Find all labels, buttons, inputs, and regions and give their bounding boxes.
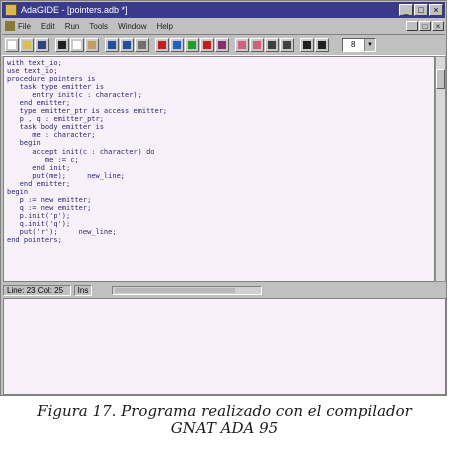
- document-icon[interactable]: [5, 21, 15, 31]
- indent-icon: [238, 41, 246, 49]
- cut-button[interactable]: [55, 38, 69, 52]
- build-icon: [173, 41, 181, 49]
- maximize-button[interactable]: □: [414, 4, 428, 16]
- code-line[interactable]: p := new emitter;: [7, 196, 434, 204]
- status-bar: Line: 23 Col: 25 Ins: [3, 284, 446, 297]
- editor-vertical-scrollbar[interactable]: [435, 56, 446, 282]
- caption-line-1: Figura 17. Programa realizado con el com…: [37, 402, 412, 420]
- format-icon: [303, 41, 311, 49]
- format-button[interactable]: [300, 38, 314, 52]
- doc-close-button[interactable]: ×: [432, 21, 444, 31]
- scrollbar-thumb[interactable]: [436, 69, 445, 89]
- code-line[interactable]: me := c;: [7, 156, 434, 164]
- block-comment-button[interactable]: [265, 38, 279, 52]
- close-button[interactable]: ×: [429, 4, 443, 16]
- app-icon: [5, 4, 17, 16]
- title-bar[interactable]: AdaGIDE - [pointers.adb *] _ □ ×: [2, 2, 445, 18]
- code-line[interactable]: put('r'); new_line;: [7, 228, 434, 236]
- code-line[interactable]: begin: [7, 188, 434, 196]
- code-line[interactable]: type emitter_ptr is access emitter;: [7, 107, 434, 115]
- block-comment-icon: [268, 41, 276, 49]
- cut-icon: [58, 41, 66, 49]
- code-line[interactable]: q := new emitter;: [7, 204, 434, 212]
- help-button[interactable]: [315, 38, 329, 52]
- redo-icon: [123, 41, 131, 49]
- code-line[interactable]: p.init('p');: [7, 212, 434, 220]
- doc-restore-button[interactable]: □: [419, 21, 431, 31]
- doc-minimize-button[interactable]: _: [406, 21, 418, 31]
- figure-caption: Figura 17. Programa realizado con el com…: [0, 403, 449, 437]
- save-button[interactable]: [35, 38, 49, 52]
- help-icon: [318, 41, 326, 49]
- menu-window[interactable]: Window: [118, 22, 146, 31]
- font-size-value: 8: [351, 40, 356, 49]
- compile-button[interactable]: [155, 38, 169, 52]
- stop-button[interactable]: [200, 38, 214, 52]
- toolbar: 8 ▼: [2, 34, 445, 56]
- outdent-icon: [253, 41, 261, 49]
- copy-icon: [73, 41, 81, 49]
- window-controls: _ □ ×: [399, 4, 443, 16]
- ide-window: AdaGIDE - [pointers.adb *] _ □ × File Ed…: [0, 0, 447, 396]
- run-icon: [188, 41, 196, 49]
- new-file-button[interactable]: [5, 38, 19, 52]
- code-line[interactable]: accept init(c : character) do: [7, 148, 434, 156]
- code-line[interactable]: put(me); new_line;: [7, 172, 434, 180]
- chevron-down-icon[interactable]: ▼: [364, 39, 375, 51]
- source-code[interactable]: with text_io; use text_io; procedure point…: [4, 57, 434, 244]
- menu-bar: File Edit Run Tools Window Help _ □ ×: [2, 19, 445, 33]
- output-pane[interactable]: [3, 298, 446, 395]
- code-line[interactable]: task type emitter is: [7, 83, 434, 91]
- code-line[interactable]: use text_io;: [7, 67, 434, 75]
- insert-mode-indicator: Ins: [74, 285, 92, 296]
- uncomment-icon: [283, 41, 291, 49]
- code-line[interactable]: task body emitter is: [7, 123, 434, 131]
- menu-edit[interactable]: Edit: [41, 22, 55, 31]
- menu-help[interactable]: Help: [157, 22, 173, 31]
- code-line[interactable]: end emitter;: [7, 180, 434, 188]
- code-line[interactable]: end emitter;: [7, 99, 434, 107]
- run-button[interactable]: [185, 38, 199, 52]
- undo-button[interactable]: [105, 38, 119, 52]
- indent-button[interactable]: [235, 38, 249, 52]
- paste-icon: [88, 41, 96, 49]
- code-line[interactable]: end pointers;: [7, 236, 434, 244]
- code-line[interactable]: with text_io;: [7, 59, 434, 67]
- build-button[interactable]: [170, 38, 184, 52]
- compile-icon: [158, 41, 166, 49]
- menu-file[interactable]: File: [18, 22, 31, 31]
- stop-icon: [203, 41, 211, 49]
- code-editor[interactable]: with text_io; use text_io; procedure point…: [3, 56, 435, 282]
- minimize-button[interactable]: _: [399, 4, 413, 16]
- redo-button[interactable]: [120, 38, 134, 52]
- caption-line-2: GNAT ADA 95: [170, 419, 279, 437]
- outdent-button[interactable]: [250, 38, 264, 52]
- paste-button[interactable]: [85, 38, 99, 52]
- window-title: AdaGIDE - [pointers.adb *]: [21, 5, 128, 15]
- find-button[interactable]: [135, 38, 149, 52]
- open-file-icon: [23, 41, 31, 49]
- code-line[interactable]: procedure pointers is: [7, 75, 434, 83]
- menu-run[interactable]: Run: [65, 22, 80, 31]
- open-file-button[interactable]: [20, 38, 34, 52]
- menu-tools[interactable]: Tools: [89, 22, 108, 31]
- hscroll-thumb[interactable]: [115, 288, 235, 293]
- save-icon: [38, 41, 46, 49]
- uncomment-button[interactable]: [280, 38, 294, 52]
- code-line[interactable]: entry init(c : character);: [7, 91, 434, 99]
- find-icon: [138, 41, 146, 49]
- code-line[interactable]: end init;: [7, 164, 434, 172]
- code-line[interactable]: begin: [7, 139, 434, 147]
- code-line[interactable]: me : character;: [7, 131, 434, 139]
- debug-button[interactable]: [215, 38, 229, 52]
- cursor-position: Line: 23 Col: 25: [3, 285, 71, 296]
- code-line[interactable]: q.init('q');: [7, 220, 434, 228]
- new-file-icon: [8, 41, 16, 49]
- font-size-combo[interactable]: 8 ▼: [342, 38, 376, 52]
- code-line[interactable]: p , q : emitter_ptr;: [7, 115, 434, 123]
- copy-button[interactable]: [70, 38, 84, 52]
- undo-icon: [108, 41, 116, 49]
- debug-icon: [218, 41, 226, 49]
- horizontal-scrollbar[interactable]: [112, 286, 262, 295]
